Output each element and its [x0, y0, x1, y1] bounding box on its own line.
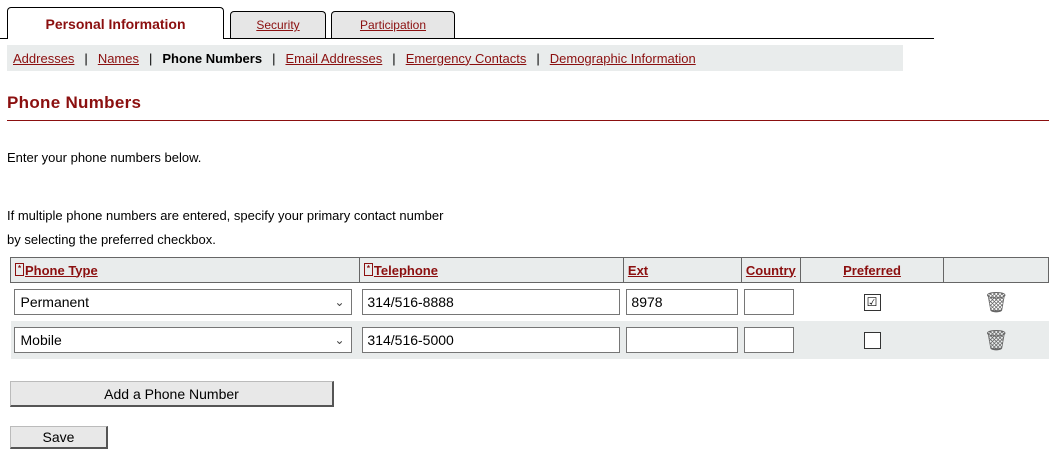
- trash-icon[interactable]: 🗑: [943, 321, 1049, 359]
- header-country[interactable]: Country: [740, 257, 801, 283]
- header-delete: [943, 257, 1049, 283]
- header-telephone[interactable]: * Telephone: [358, 257, 624, 283]
- header-phone-type-label: Phone Type: [25, 262, 98, 278]
- tab-security[interactable]: Security: [230, 11, 326, 38]
- phone-numbers-table: * Phone Type * Telephone Ext Country Prefe…: [10, 257, 1049, 359]
- subnav-names-link[interactable]: Names: [98, 51, 139, 66]
- table-row: Mobile ⌄ 314/516-5000 🗑: [10, 321, 1049, 359]
- telephone-input[interactable]: 314/516-8888: [362, 289, 621, 315]
- required-marker-icon: *: [15, 262, 24, 276]
- title-divider: [7, 120, 1049, 121]
- required-marker-icon: *: [363, 262, 373, 276]
- header-ext[interactable]: Ext: [622, 257, 742, 283]
- phone-type-value: Permanent: [20, 294, 89, 310]
- country-input[interactable]: [744, 327, 795, 353]
- tab-participation[interactable]: Participation: [331, 11, 455, 38]
- subnav-separator: |: [392, 50, 396, 66]
- preferred-checkbox[interactable]: ☑: [863, 293, 881, 311]
- phone-type-select[interactable]: Permanent ⌄: [13, 289, 352, 315]
- instruction-text: Enter your phone numbers below.: [7, 150, 202, 165]
- trash-icon[interactable]: 🗑: [943, 282, 1049, 321]
- subnav-separator: |: [536, 50, 540, 66]
- header-telephone-label: Telephone: [373, 262, 438, 278]
- ext-input[interactable]: 8978: [626, 289, 739, 315]
- header-preferred[interactable]: Preferred: [799, 257, 945, 283]
- preferred-checkbox[interactable]: [863, 331, 881, 349]
- subnav-email-addresses-link[interactable]: Email Addresses: [285, 51, 382, 66]
- tab-bar: Personal Information Security Participat…: [0, 0, 934, 40]
- table-row: Permanent ⌄ 314/516-8888 8978 ☑ 🗑: [10, 282, 1049, 321]
- subnav-demographic-information-link[interactable]: Demographic Information: [550, 51, 696, 66]
- phone-type-select[interactable]: Mobile ⌄: [13, 327, 352, 353]
- table-header-row: * Phone Type * Telephone Ext Country Prefe…: [10, 257, 1049, 283]
- chevron-down-icon: ⌄: [334, 333, 345, 347]
- subnav-phone-numbers-current: Phone Numbers: [162, 50, 263, 66]
- telephone-input[interactable]: 314/516-5000: [362, 327, 621, 353]
- save-button[interactable]: Save: [10, 426, 108, 449]
- multiple-numbers-text: If multiple phone numbers are entered, s…: [7, 208, 444, 223]
- subnav-separator: |: [272, 50, 276, 66]
- chevron-down-icon: ⌄: [334, 295, 345, 309]
- subnav-emergency-contacts-link[interactable]: Emergency Contacts: [406, 51, 527, 66]
- add-phone-number-button[interactable]: Add a Phone Number: [10, 381, 334, 407]
- sub-navigation: Addresses | Names | Phone Numbers | Emai…: [7, 45, 903, 71]
- country-input[interactable]: [744, 289, 795, 315]
- ext-input[interactable]: [626, 327, 739, 353]
- header-phone-type[interactable]: * Phone Type: [10, 257, 360, 283]
- phone-type-value: Mobile: [20, 332, 62, 348]
- page-title: Phone Numbers: [7, 93, 142, 112]
- subnav-addresses-link[interactable]: Addresses: [13, 51, 74, 66]
- subnav-separator: |: [84, 50, 88, 66]
- tab-personal-information[interactable]: Personal Information: [7, 7, 224, 39]
- preferred-checkbox-text: by selecting the preferred checkbox.: [7, 232, 216, 247]
- subnav-separator: |: [149, 50, 153, 66]
